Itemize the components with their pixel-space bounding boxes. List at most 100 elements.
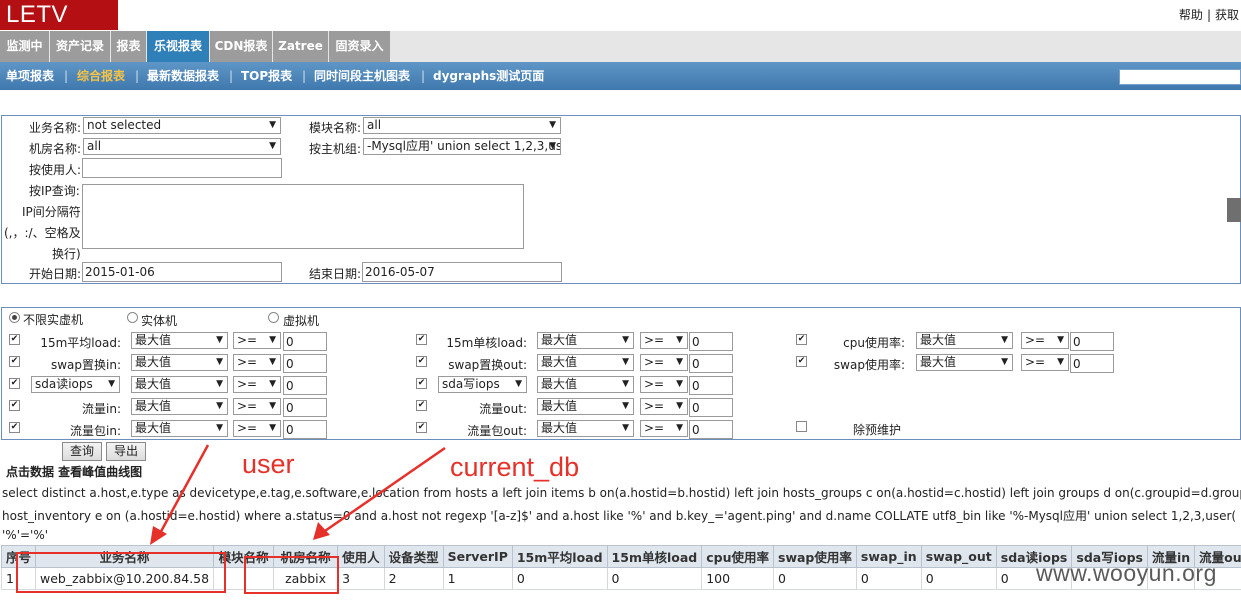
help-link[interactable]: 帮助 [1179, 8, 1203, 22]
chevron-down-icon: ▼ [676, 335, 683, 345]
chevron-down-icon: ▼ [216, 357, 223, 367]
operator-select[interactable]: >= ▼ [640, 420, 688, 437]
threshold-input[interactable]: 0 [689, 354, 733, 373]
main-nav: 监测中 资产记录 报表 乐视报表 CDN报表 Zatree 固资录入 [0, 31, 1241, 62]
threshold-input[interactable]: 0 [689, 376, 733, 395]
metric-checkbox[interactable]: ✔ [9, 378, 20, 389]
aggregate-select[interactable]: 最大值 ▼ [131, 398, 228, 415]
chevron-down-icon: ▼ [216, 423, 223, 433]
room-select[interactable]: all ▼ [83, 138, 281, 155]
operator-select[interactable]: >= ▼ [640, 398, 688, 415]
column-header[interactable]: swap使用率 [773, 545, 857, 568]
subnav-combined-report[interactable]: 综合报表 [77, 62, 125, 90]
operator-select[interactable]: >= ▼ [640, 376, 688, 393]
operator-select[interactable]: >= ▼ [1021, 332, 1069, 349]
start-date-input[interactable]: 2015-01-06 [82, 262, 282, 282]
threshold-input[interactable]: 0 [283, 376, 327, 395]
scrollbar-grip[interactable] [1227, 198, 1241, 222]
radio-virtual[interactable] [268, 312, 279, 323]
tab-reports[interactable]: 报表 [111, 31, 147, 62]
table-cell[interactable]: 2 [383, 567, 444, 590]
biz-select[interactable]: not selected ▼ [83, 117, 281, 134]
iops-select[interactable]: sda写iops ▼ [438, 376, 527, 393]
exclude-maint-label: 除预维护 [853, 423, 902, 437]
threshold-input[interactable]: 0 [689, 398, 733, 417]
operator-select[interactable]: >= ▼ [233, 354, 281, 371]
column-header[interactable]: cpu使用率 [701, 545, 774, 568]
radio-all-machines[interactable] [9, 312, 20, 323]
metric-checkbox[interactable]: ✔ [416, 378, 427, 389]
subnav-search-input[interactable] [1119, 69, 1241, 85]
aggregate-select[interactable]: 最大值 ▼ [131, 332, 228, 349]
query-button[interactable]: 查询 [62, 442, 102, 461]
threshold-input[interactable]: 0 [283, 420, 327, 439]
tab-asset-entry[interactable]: 固资录入 [329, 31, 391, 62]
threshold-input[interactable]: 0 [1070, 354, 1114, 373]
iops-select[interactable]: sda读iops ▼ [31, 376, 120, 393]
subnav-separator: | [421, 69, 426, 83]
column-header[interactable]: 15m单核load [606, 545, 703, 568]
table-cell[interactable]: 0 [773, 567, 857, 590]
column-header[interactable]: 使用人 [337, 545, 385, 568]
module-select[interactable]: all ▼ [363, 117, 561, 134]
chevron-down-icon: ▼ [269, 379, 276, 389]
column-header[interactable]: ServerIP [442, 545, 513, 568]
aggregate-select[interactable]: 最大值 ▼ [916, 332, 1013, 349]
aggregate-select[interactable]: 最大值 ▼ [537, 420, 634, 437]
operator-select[interactable]: >= ▼ [1021, 354, 1069, 371]
table-cell[interactable]: 0 [855, 567, 922, 590]
hostgroup-select[interactable]: -Mysql应用' union select 1,2,3,us ▼ [363, 138, 561, 155]
ip-textarea[interactable] [82, 184, 524, 249]
column-header[interactable]: swap_in [855, 545, 922, 568]
aggregate-select[interactable]: 最大值 ▼ [537, 376, 634, 393]
operator-select[interactable]: >= ▼ [640, 332, 688, 349]
user-input[interactable] [82, 158, 282, 178]
table-cell[interactable]: 3 [337, 567, 385, 590]
tab-zatree[interactable]: Zatree [273, 31, 329, 62]
table-cell[interactable]: 1 [442, 567, 513, 590]
sql-line: select distinct a.host,e.type as devicet… [2, 486, 1241, 500]
threshold-input[interactable]: 0 [283, 332, 327, 351]
subnav-single-report[interactable]: 单项报表 [6, 62, 54, 90]
aggregate-select[interactable]: 最大值 ▼ [537, 332, 634, 349]
export-button[interactable]: 导出 [106, 442, 146, 461]
subnav-latest-data-report[interactable]: 最新数据报表 [147, 62, 219, 90]
chevron-down-icon: ▼ [549, 120, 556, 130]
tab-assets[interactable]: 资产记录 [50, 31, 111, 62]
aggregate-select[interactable]: 最大值 ▼ [131, 420, 228, 437]
tab-monitoring[interactable]: 监测中 [0, 31, 50, 62]
threshold-input[interactable]: 0 [689, 420, 733, 439]
aggregate-select[interactable]: 最大值 ▼ [916, 354, 1013, 371]
subnav-top-report[interactable]: TOP报表 [241, 62, 292, 90]
column-header[interactable]: swap_out [920, 545, 997, 568]
operator-select[interactable]: >= ▼ [233, 420, 281, 437]
end-date-input[interactable]: 2016-05-07 [362, 262, 562, 282]
aggregate-select[interactable]: 最大值 ▼ [131, 376, 228, 393]
tab-cdn-reports[interactable]: CDN报表 [210, 31, 273, 62]
subnav-dygraphs-test[interactable]: dygraphs测试页面 [433, 62, 544, 90]
threshold-input[interactable]: 0 [283, 398, 327, 417]
column-header[interactable]: 设备类型 [383, 545, 444, 568]
column-header[interactable]: 15m平均load [511, 545, 608, 568]
operator-select[interactable]: >= ▼ [233, 376, 281, 393]
threshold-input[interactable]: 0 [1070, 332, 1114, 351]
operator-select[interactable]: >= ▼ [640, 354, 688, 371]
table-cell[interactable]: 0 [511, 567, 608, 590]
table-cell[interactable]: 100 [701, 567, 774, 590]
operator-select[interactable]: >= ▼ [233, 398, 281, 415]
operator-value: >= [237, 421, 258, 435]
table-cell[interactable]: 0 [606, 567, 703, 590]
fetch-link[interactable]: 获取 [1215, 8, 1239, 22]
exclude-maint-checkbox[interactable] [796, 421, 807, 432]
tab-letv-reports[interactable]: 乐视报表 [147, 31, 210, 62]
aggregate-select[interactable]: 最大值 ▼ [131, 354, 228, 371]
subnav-same-period-chart[interactable]: 同时间段主机图表 [314, 62, 410, 90]
threshold-input[interactable]: 0 [283, 354, 327, 373]
radio-physical[interactable] [127, 312, 138, 323]
table-cell[interactable]: 0 [920, 567, 997, 590]
threshold-input[interactable]: 0 [689, 332, 733, 351]
module-select-value: all [367, 118, 382, 132]
aggregate-select[interactable]: 最大值 ▼ [537, 354, 634, 371]
aggregate-select[interactable]: 最大值 ▼ [537, 398, 634, 415]
operator-select[interactable]: >= ▼ [233, 332, 281, 349]
